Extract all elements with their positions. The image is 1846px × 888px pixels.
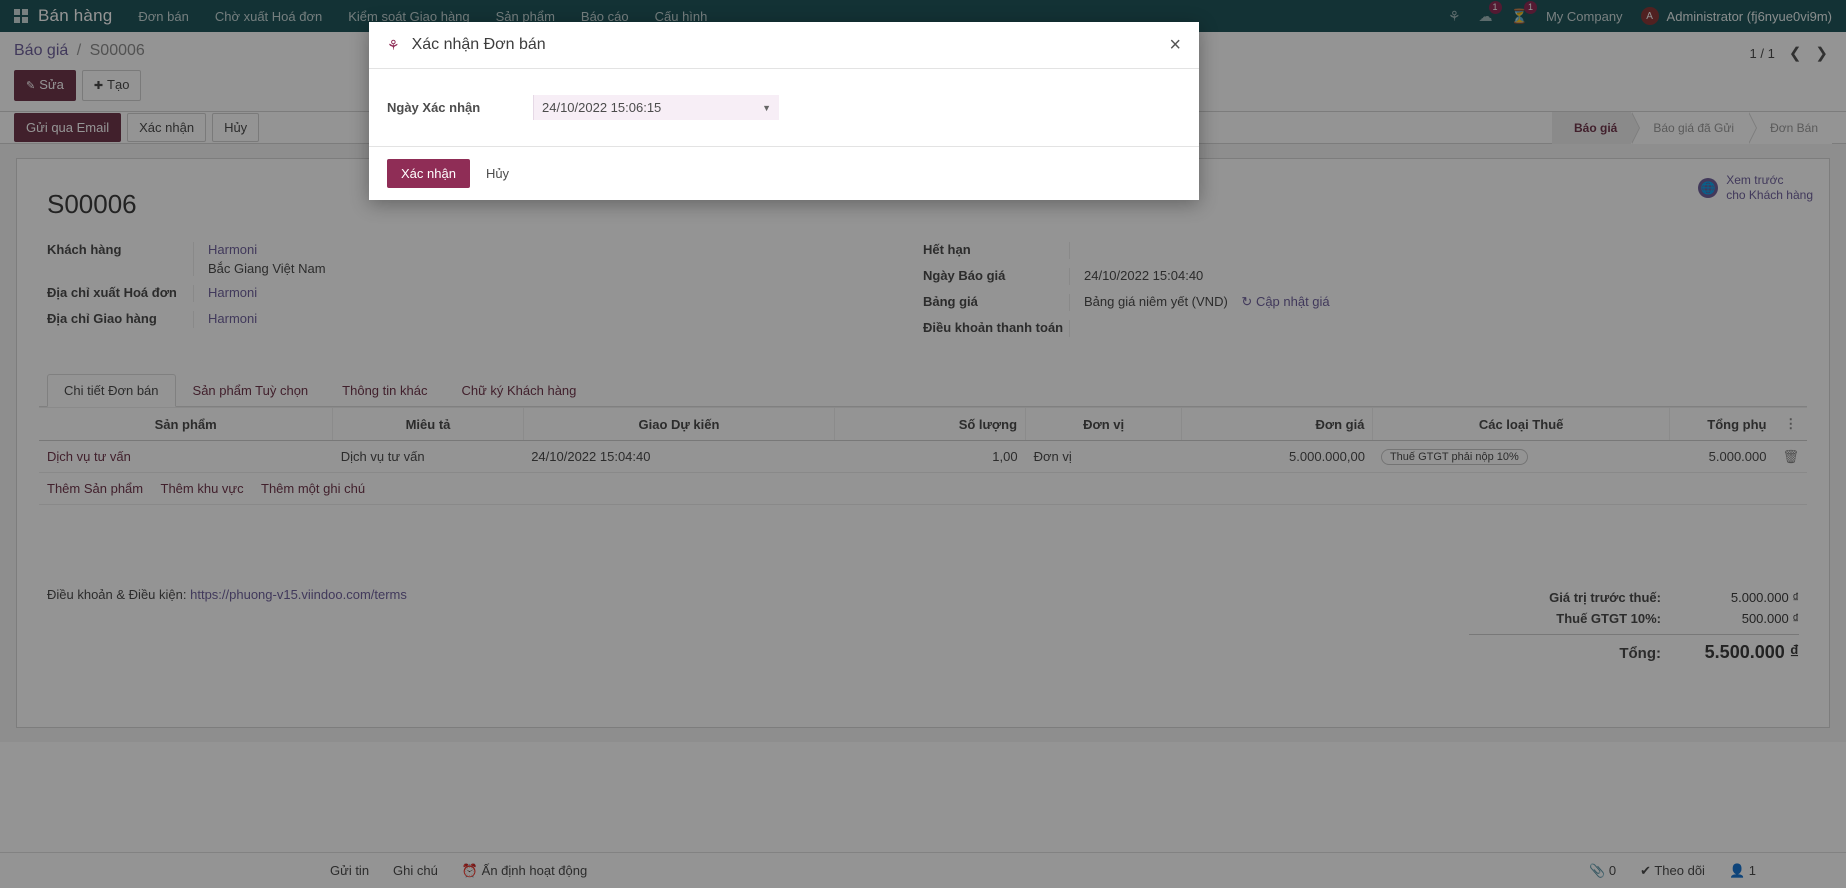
confirmation-date-input[interactable]: 24/10/2022 15:06:15 ▼: [533, 95, 779, 120]
confirm-sales-order-dialog: ⚘ Xác nhận Đơn bán × Ngày Xác nhận 24/10…: [369, 22, 1199, 200]
close-icon[interactable]: ×: [1169, 38, 1181, 52]
caret-down-icon[interactable]: ▼: [762, 103, 771, 113]
confirmation-date-value: 24/10/2022 15:06:15: [542, 100, 661, 115]
dialog-body: Ngày Xác nhận 24/10/2022 15:06:15 ▼: [369, 69, 1199, 147]
dialog-cancel-button[interactable]: Hủy: [486, 166, 509, 181]
confirm-icon: ⚘: [387, 37, 400, 54]
confirmation-date-label: Ngày Xác nhận: [387, 100, 533, 115]
dialog-confirm-button[interactable]: Xác nhận: [387, 159, 470, 188]
dialog-header: ⚘ Xác nhận Đơn bán ×: [369, 22, 1199, 69]
field-confirmation-date: Ngày Xác nhận 24/10/2022 15:06:15 ▼: [387, 95, 1181, 120]
dialog-footer: Xác nhận Hủy: [369, 147, 1199, 200]
dialog-title: Xác nhận Đơn bán: [412, 36, 546, 54]
